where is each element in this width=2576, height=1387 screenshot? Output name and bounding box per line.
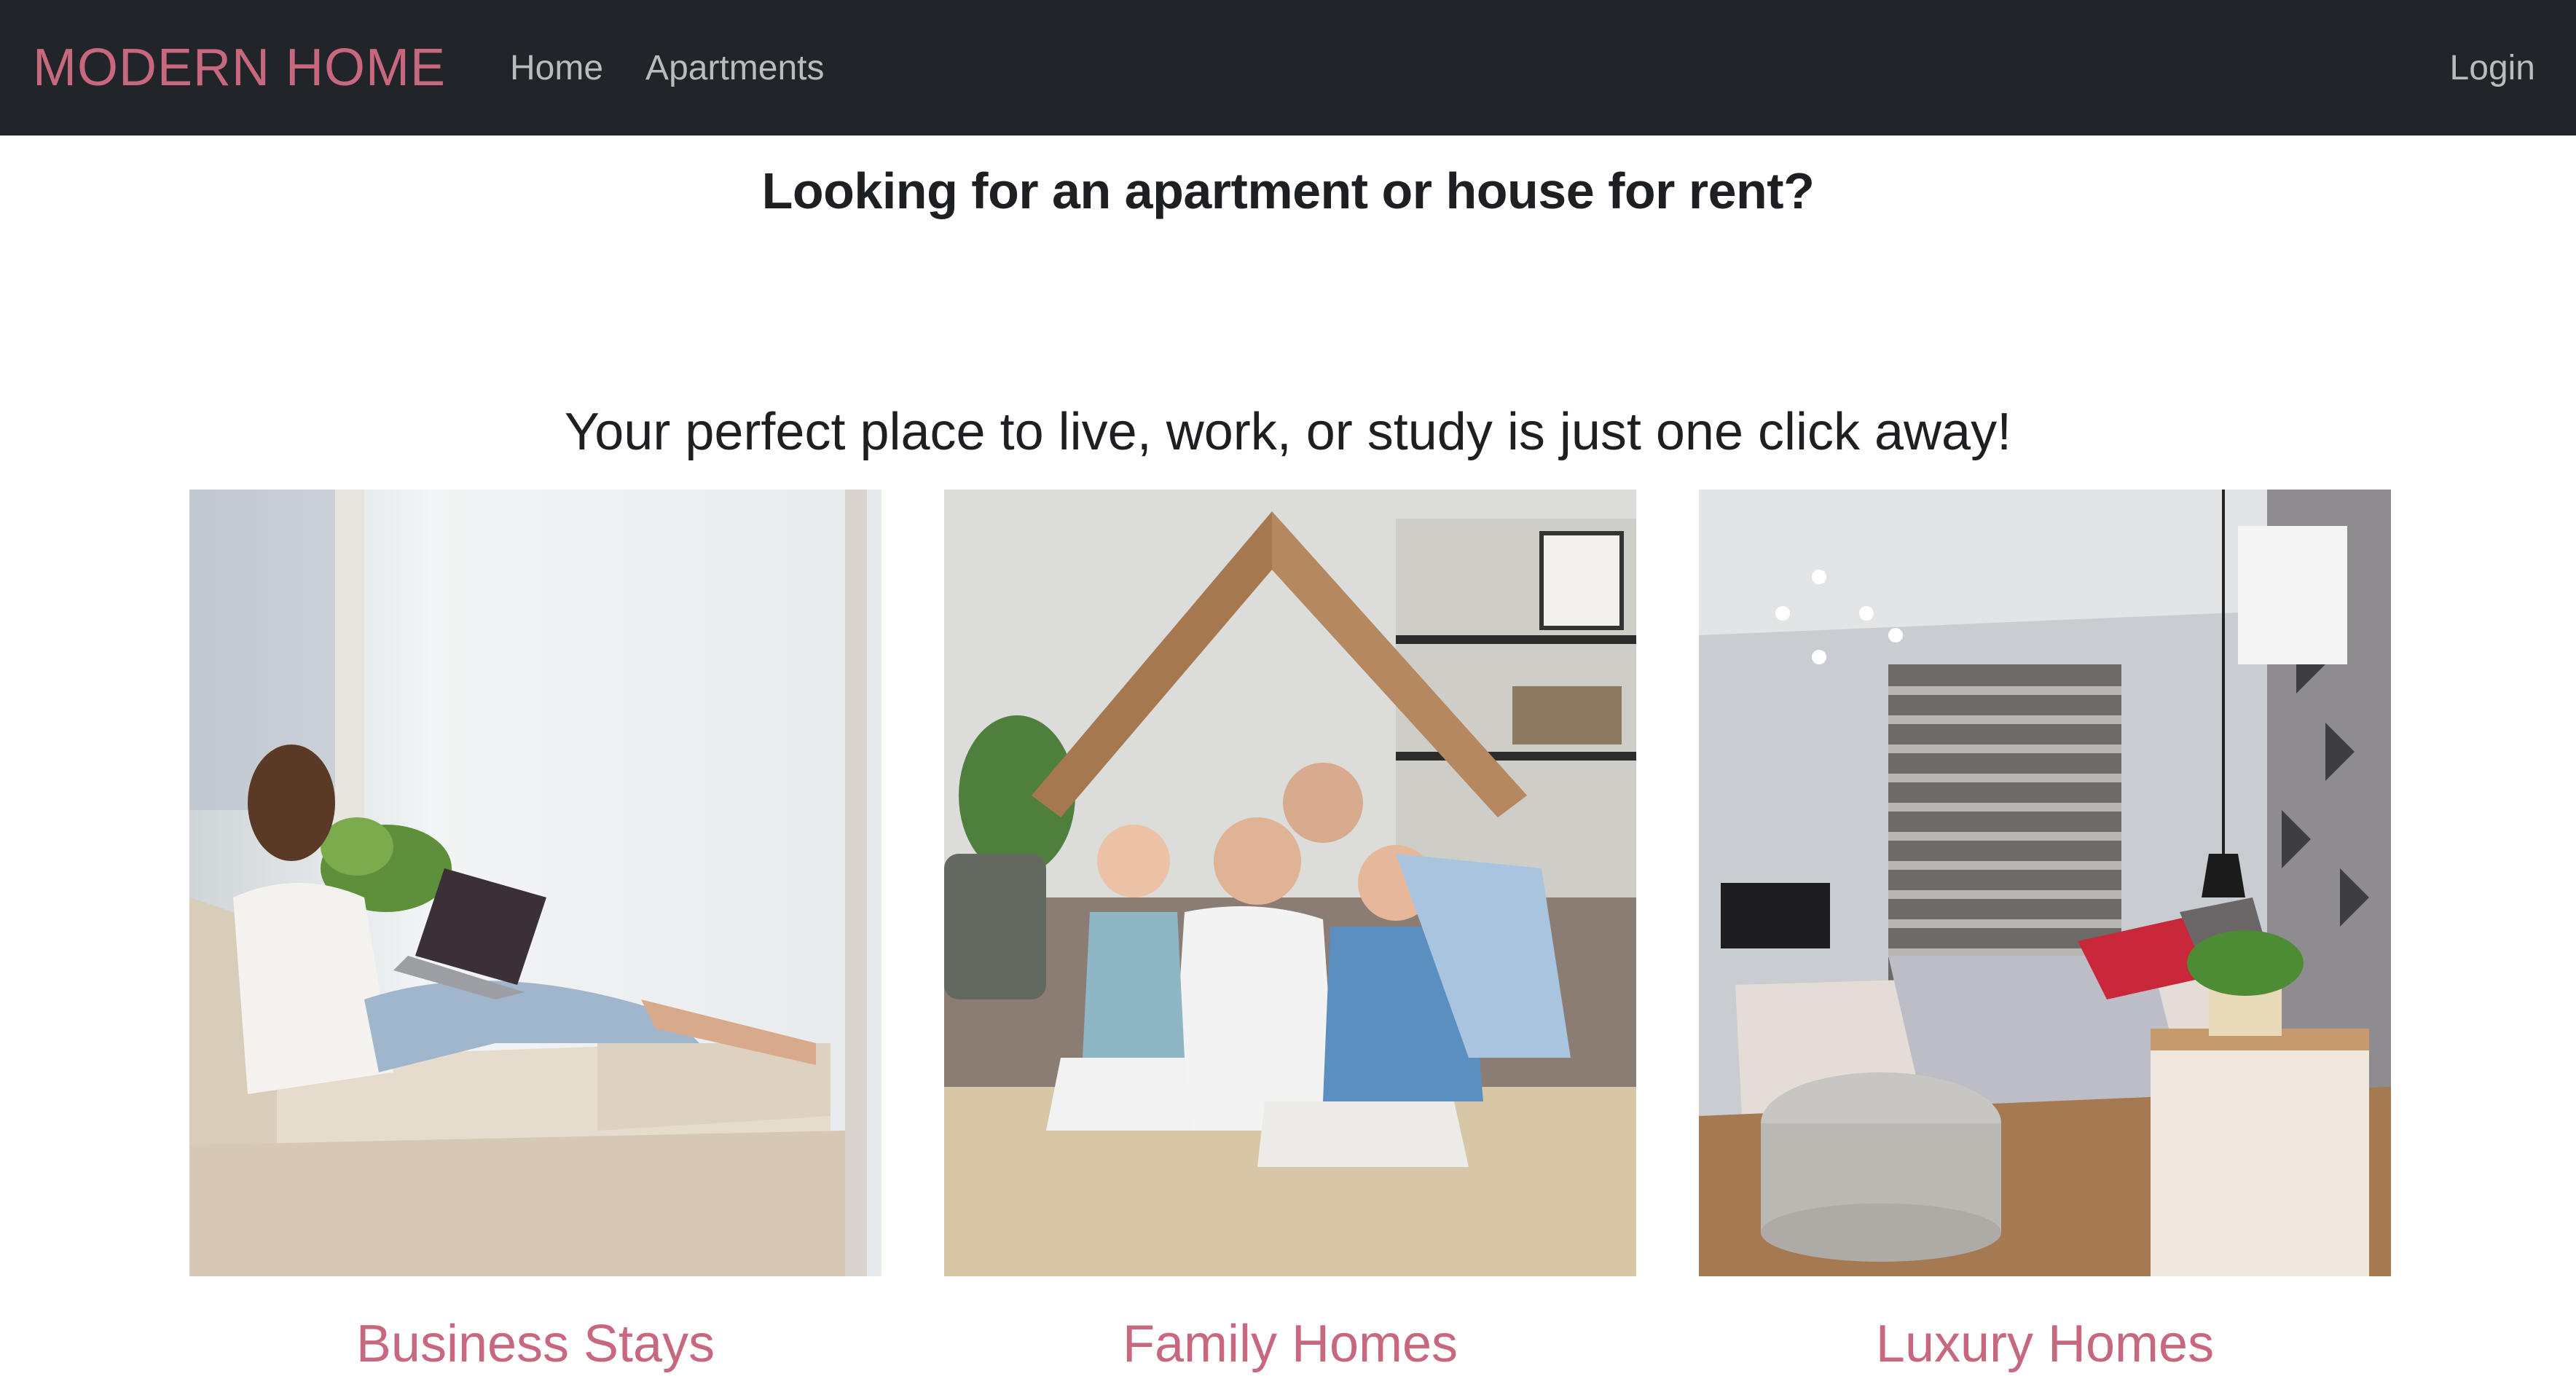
card-luxury-homes[interactable]: Luxury Homes (1699, 490, 2391, 1374)
family-homes-title[interactable]: Family Homes (944, 1314, 1636, 1374)
luxury-homes-image[interactable] (1699, 490, 2391, 1276)
top-navbar: MODERN HOME Home Apartments Login (0, 0, 2576, 135)
family-homes-image[interactable] (944, 490, 1636, 1276)
page-headline: Looking for an apartment or house for re… (761, 162, 1815, 219)
login-link[interactable]: Login (2450, 48, 2535, 88)
nav-link-home[interactable]: Home (510, 48, 603, 88)
card-business-stays[interactable]: Business Stays (189, 490, 881, 1374)
card-family-homes[interactable]: Family Homes (944, 490, 1636, 1374)
brand-logo-link[interactable]: MODERN HOME (33, 38, 446, 98)
page-subheadline: Your perfect place to live, work, or stu… (564, 403, 2012, 461)
nav-link-apartments[interactable]: Apartments (645, 48, 824, 88)
business-stays-title[interactable]: Business Stays (189, 1314, 881, 1374)
nav-links: Home Apartments (510, 48, 824, 88)
luxury-homes-title[interactable]: Luxury Homes (1699, 1314, 2391, 1374)
business-stays-image[interactable] (189, 490, 881, 1276)
